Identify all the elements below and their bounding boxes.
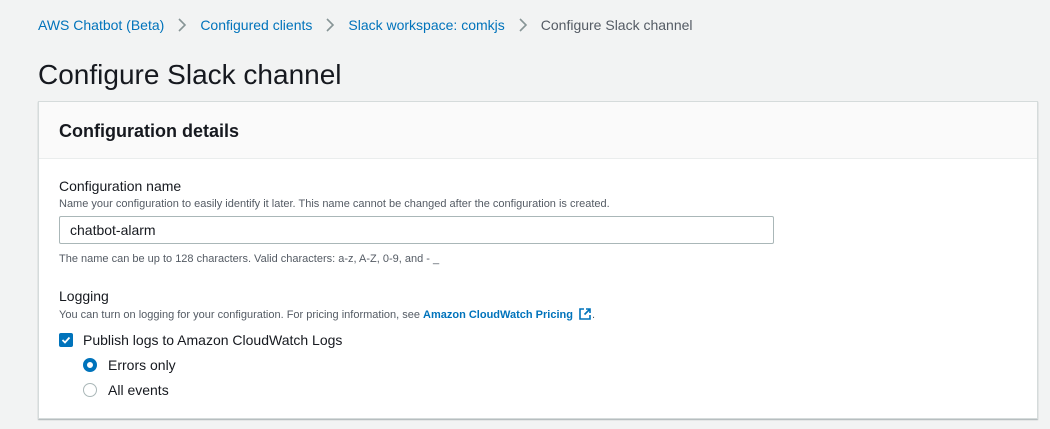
radio-errors-only-row[interactable]: Errors only: [83, 356, 176, 374]
publish-logs-checkbox[interactable]: [59, 333, 73, 347]
radio-all-events[interactable]: [83, 383, 97, 397]
radio-errors-only-label: Errors only: [108, 357, 176, 373]
panel-title: Configuration details: [59, 121, 239, 141]
logging-description-text: You can turn on logging for your configu…: [59, 309, 424, 321]
configuration-name-constraint: The name can be up to 128 characters. Va…: [59, 253, 440, 265]
page-title: Configure Slack channel: [38, 59, 342, 90]
configuration-name-label: Configuration name: [59, 178, 182, 194]
breadcrumb-current: Configure Slack channel: [540, 17, 693, 33]
logging-description: You can turn on logging for your configu…: [59, 307, 595, 325]
configuration-details-panel: Configuration details Configuration name…: [38, 101, 1038, 419]
breadcrumb: AWS Chatbot (Beta) Configured clients Sl…: [38, 15, 693, 35]
breadcrumb-slack-workspace[interactable]: Slack workspace: comkjs: [348, 15, 504, 35]
logging-label: Logging: [59, 288, 109, 304]
radio-all-events-row[interactable]: All events: [83, 381, 169, 399]
chevron-right-icon: [505, 15, 541, 35]
chevron-right-icon: [312, 15, 348, 35]
breadcrumb-configured-clients[interactable]: Configured clients: [200, 15, 312, 35]
logging-description-suffix: .: [591, 309, 596, 321]
external-link-icon[interactable]: [578, 307, 592, 325]
radio-all-events-label: All events: [108, 382, 169, 398]
configuration-name-input[interactable]: [59, 216, 774, 244]
cloudwatch-pricing-link[interactable]: Amazon CloudWatch Pricing: [423, 309, 573, 321]
publish-logs-checkbox-row[interactable]: Publish logs to Amazon CloudWatch Logs: [59, 331, 342, 349]
breadcrumb-aws-chatbot[interactable]: AWS Chatbot (Beta): [38, 15, 164, 35]
configuration-name-description: Name your configuration to easily identi…: [59, 198, 610, 210]
chevron-right-icon: [164, 15, 200, 35]
radio-errors-only[interactable]: [83, 358, 97, 372]
publish-logs-label: Publish logs to Amazon CloudWatch Logs: [83, 332, 343, 348]
checkmark-icon: [61, 336, 71, 344]
panel-header: Configuration details: [39, 102, 1037, 159]
